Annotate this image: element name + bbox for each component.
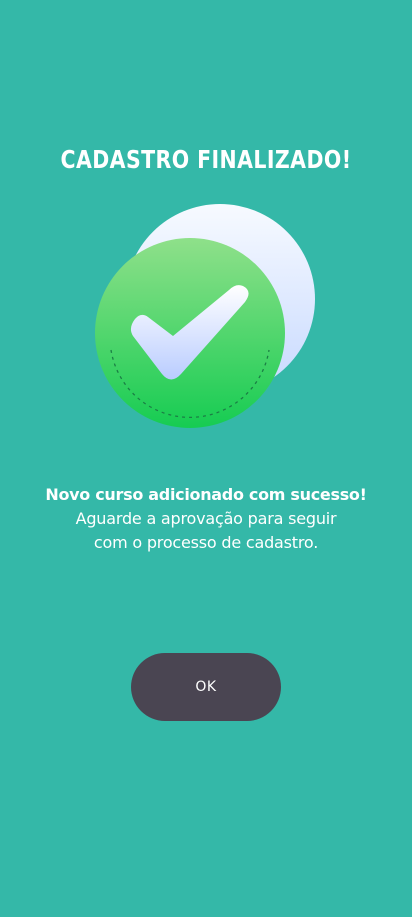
page-title: CADASTRO FINALIZADO! — [60, 145, 352, 174]
instruction-line-2: com o processo de cadastro. — [93, 533, 319, 552]
ok-button[interactable]: OK — [131, 653, 281, 721]
success-headline: Novo curso adicionado com sucesso! — [45, 485, 367, 504]
instruction-line-1: Aguarde a aprovação para seguir — [75, 509, 337, 528]
success-check-icon — [90, 202, 322, 434]
registration-complete-screen: CADASTRO FINALIZADO! Novo curso adiciona… — [0, 0, 412, 917]
success-message: Novo curso adicionado com sucesso! Aguar… — [20, 482, 392, 555]
